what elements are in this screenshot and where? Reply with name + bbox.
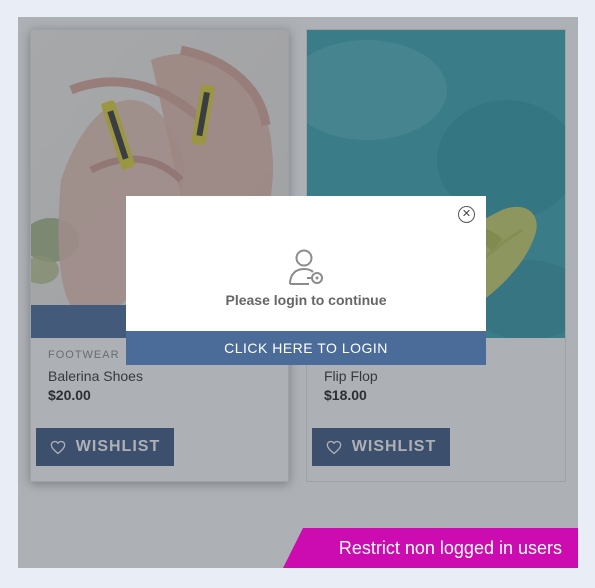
login-button[interactable]: CLICK HERE TO LOGIN	[126, 331, 486, 365]
product-grid: Q FOOTWEAR Balerina Shoes $20.00 WISHLIS…	[18, 17, 578, 568]
promo-banner: Restrict non logged in users	[283, 528, 578, 568]
close-icon[interactable]: ✕	[458, 206, 475, 223]
login-message: Please login to continue	[225, 292, 387, 308]
user-lock-icon	[289, 249, 323, 285]
login-modal: ✕ Please login to continue	[126, 196, 486, 331]
